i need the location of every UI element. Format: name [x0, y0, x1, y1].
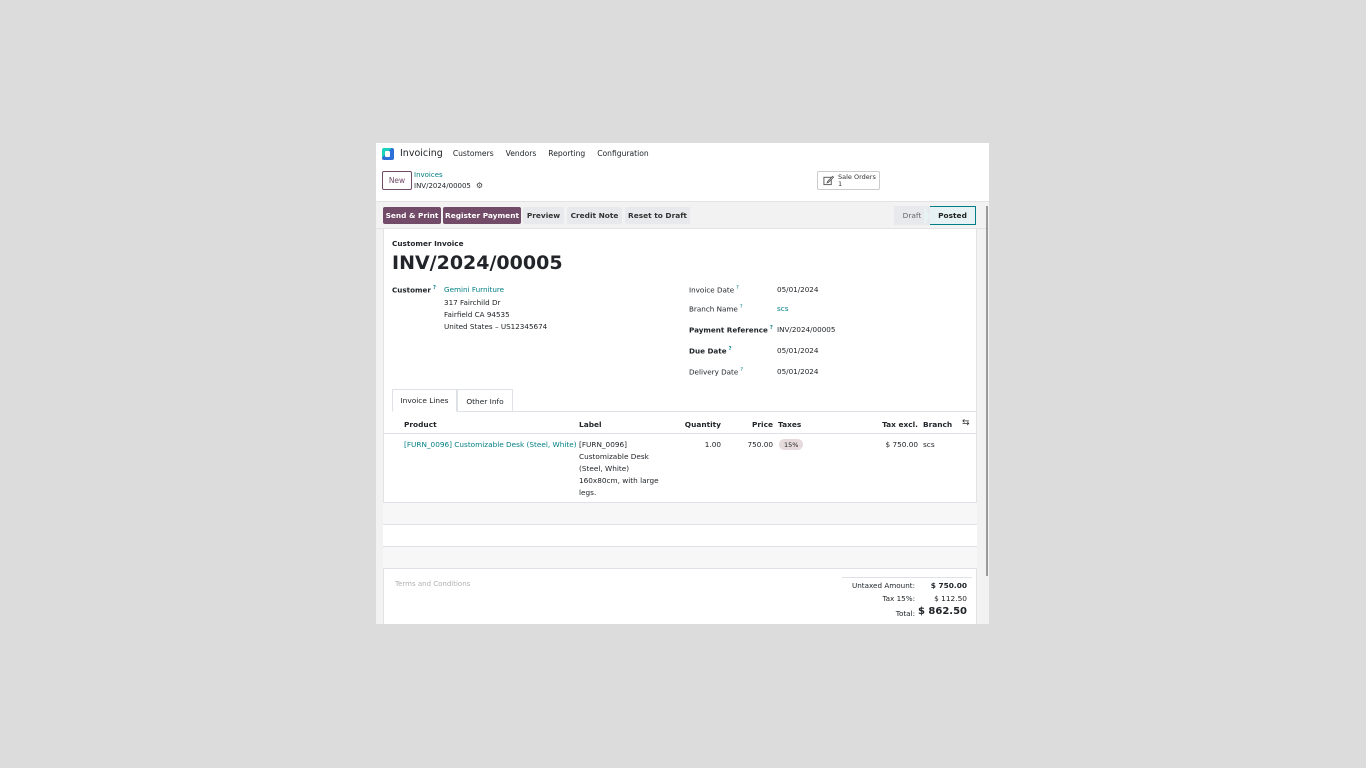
- table-header-divider: [383, 433, 977, 434]
- tax-label: Tax 15%:: [882, 594, 915, 603]
- address-line-2: Fairfield CA 94535: [444, 310, 510, 319]
- register-payment-button[interactable]: Register Payment: [443, 207, 521, 224]
- address-line-3: United States – US12345674: [444, 322, 548, 331]
- delivery-date-label: Delivery Date?: [689, 367, 743, 377]
- menu-reporting[interactable]: Reporting: [548, 149, 585, 158]
- menu-customers[interactable]: Customers: [453, 149, 494, 158]
- app-name[interactable]: Invoicing: [400, 148, 443, 159]
- due-date-field[interactable]: 05/01/2024: [777, 346, 818, 355]
- stage-posted[interactable]: Posted: [924, 206, 976, 226]
- sale-orders-smart-button[interactable]: Sale Orders 1: [817, 171, 880, 190]
- untaxed-amount-label: Untaxed Amount:: [851, 581, 915, 590]
- new-button[interactable]: New: [382, 171, 412, 190]
- invoice-number: INV/2024/00005: [392, 252, 563, 274]
- invoice-type-label: Customer Invoice: [392, 239, 464, 248]
- breadcrumb-current-label: INV/2024/00005: [414, 181, 471, 190]
- app-window: Invoicing Customers Vendors Reporting Co…: [376, 143, 989, 624]
- row-tax-badge[interactable]: 15%: [779, 439, 804, 450]
- preview-button[interactable]: Preview: [523, 207, 564, 224]
- tax-value: $ 112.50: [934, 594, 967, 603]
- customer-name-link[interactable]: Gemini Furniture: [444, 285, 504, 294]
- breadcrumb-current: INV/2024/00005 ⚙: [414, 181, 483, 190]
- delivery-date-field[interactable]: 05/01/2024: [777, 367, 818, 376]
- terms-and-conditions-field[interactable]: Terms and Conditions: [395, 580, 470, 588]
- statusbar: Send & Print Register Payment Preview Cr…: [376, 201, 989, 229]
- reset-to-draft-button[interactable]: Reset to Draft: [625, 207, 690, 224]
- payment-reference-label: Payment Reference?: [689, 325, 773, 335]
- col-branch[interactable]: Branch: [923, 420, 952, 429]
- menu-vendors[interactable]: Vendors: [506, 149, 537, 158]
- branch-name-label: Branch Name?: [689, 304, 743, 314]
- untaxed-amount-value: $ 750.00: [930, 581, 967, 590]
- address-line-1: 317 Fairchild Dr: [444, 298, 501, 307]
- customer-label: Customer?: [392, 285, 436, 295]
- col-quantity[interactable]: Quantity: [681, 420, 721, 429]
- total-value: $ 862.50: [917, 606, 967, 617]
- col-taxes[interactable]: Taxes: [778, 420, 801, 429]
- scrollbar[interactable]: [986, 206, 988, 576]
- empty-row: [383, 547, 977, 568]
- gear-icon[interactable]: ⚙: [476, 181, 483, 190]
- optional-columns-icon[interactable]: ⇆: [962, 418, 970, 428]
- row-tax-excl: $ 750.00: [885, 440, 919, 449]
- edit-icon: [823, 175, 834, 186]
- menu-configuration[interactable]: Configuration: [597, 149, 649, 158]
- total-label: Total:: [895, 609, 915, 618]
- empty-row: [383, 503, 977, 524]
- row-label[interactable]: [FURN_0096] Customizable Desk (Steel, Wh…: [579, 439, 665, 499]
- breadcrumb-invoices[interactable]: Invoices: [414, 171, 443, 179]
- smart-button-label: Sale Orders: [838, 172, 876, 181]
- row-quantity[interactable]: 1.00: [681, 440, 721, 449]
- row-divider: [383, 568, 977, 569]
- tab-other-info[interactable]: Other Info: [457, 389, 513, 412]
- row-product[interactable]: [FURN_0096] Customizable Desk (Steel, Wh…: [404, 440, 577, 449]
- totals-divider: [842, 577, 972, 578]
- status-stages: Draft Posted: [894, 206, 976, 226]
- invoice-date-label: Invoice Date?: [689, 285, 739, 295]
- payment-reference-field[interactable]: INV/2024/00005: [777, 325, 835, 334]
- invoice-date-field[interactable]: 05/01/2024: [777, 285, 818, 294]
- send-print-button[interactable]: Send & Print: [383, 207, 441, 224]
- col-tax-excl[interactable]: Tax excl.: [873, 420, 918, 429]
- col-product[interactable]: Product: [404, 420, 437, 429]
- col-price[interactable]: Price: [733, 420, 773, 429]
- top-navbar: Invoicing Customers Vendors Reporting Co…: [376, 143, 989, 164]
- smart-button-count: 1: [838, 179, 843, 188]
- due-date-label: Due Date?: [689, 346, 732, 356]
- col-label[interactable]: Label: [579, 420, 602, 429]
- credit-note-button[interactable]: Credit Note: [567, 207, 622, 224]
- row-branch[interactable]: scs: [923, 440, 935, 449]
- tab-invoice-lines[interactable]: Invoice Lines: [392, 389, 457, 412]
- branch-name-field[interactable]: scs: [777, 304, 788, 313]
- row-price[interactable]: 750.00: [733, 440, 773, 449]
- invoicing-app-icon[interactable]: [382, 147, 394, 160]
- empty-row: [383, 525, 977, 546]
